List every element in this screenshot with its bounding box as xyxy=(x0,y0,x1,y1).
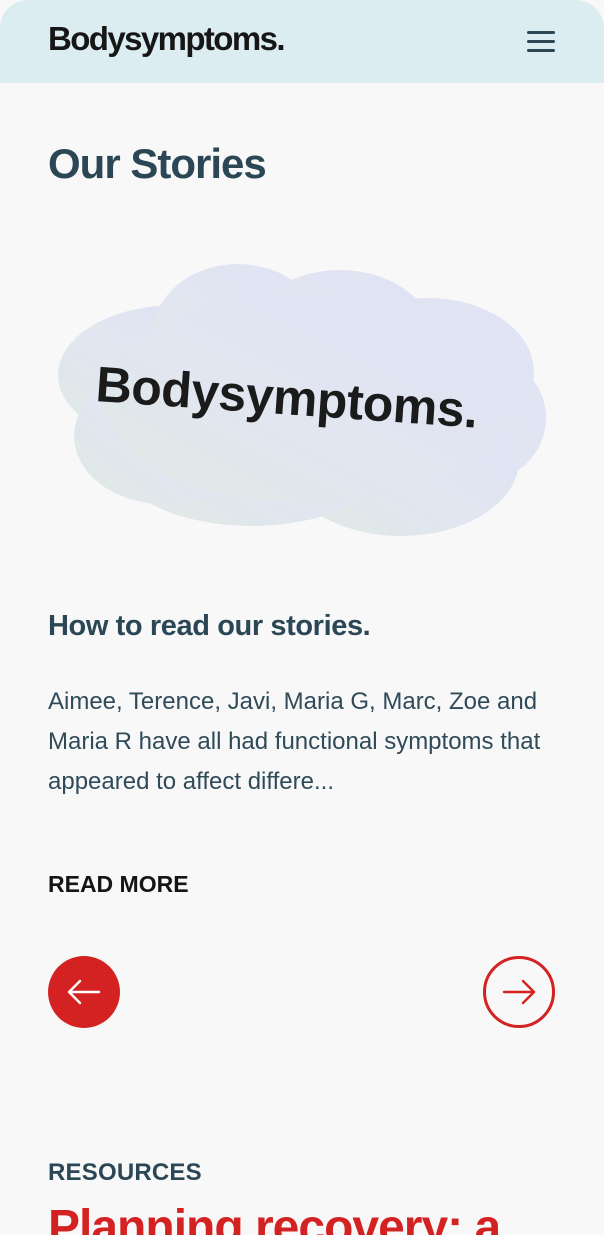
page-title: Our Stories xyxy=(48,140,267,187)
page: Bodysymptoms. Our Stories Bodysymptoms. … xyxy=(0,0,604,1235)
read-more-link[interactable]: READ MORE xyxy=(48,871,189,898)
site-logo[interactable]: Bodysymptoms. xyxy=(48,20,286,58)
carousel-prev-button[interactable] xyxy=(48,956,120,1028)
carousel-next-button[interactable] xyxy=(483,956,555,1028)
arrow-right-icon xyxy=(502,979,536,1005)
story-excerpt: Aimee, Terence, Javi, Maria G, Marc, Zoe… xyxy=(48,688,541,795)
arrow-left-icon xyxy=(67,979,101,1005)
resource-title[interactable]: Planning recovery: a xyxy=(48,1200,501,1235)
site-header: Bodysymptoms. xyxy=(0,0,604,83)
hamburger-menu-icon[interactable] xyxy=(524,28,558,56)
resources-label: RESOURCES xyxy=(48,1159,202,1186)
story-title[interactable]: How to read our stories. xyxy=(48,610,371,643)
